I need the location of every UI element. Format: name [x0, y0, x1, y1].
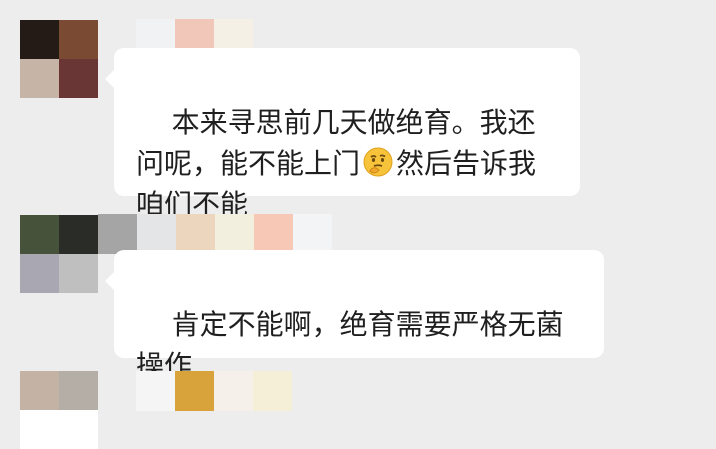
avatar-pixel — [59, 59, 98, 98]
mosaic-pixel — [137, 214, 176, 254]
avatar-pixel — [59, 254, 98, 293]
avatar[interactable] — [20, 371, 98, 449]
mosaic-pixel — [254, 214, 293, 254]
mosaic-pixel — [175, 371, 214, 411]
avatar-pixel — [20, 215, 59, 254]
chat-view: 本来寻思前几天做绝育。我还问呢，能不能上门 然后告诉我咱们不能 肯定不能啊，绝育… — [0, 0, 716, 449]
mosaic-pixel — [176, 214, 215, 254]
sender-name-mosaic — [136, 371, 292, 411]
message-bubble[interactable]: 本来寻思前几天做绝育。我还问呢，能不能上门 然后告诉我咱们不能 — [105, 48, 580, 221]
mosaic-pixel — [136, 371, 175, 411]
mosaic-pixel — [98, 214, 137, 254]
thinking-face-icon — [362, 146, 394, 178]
avatar[interactable] — [20, 20, 98, 98]
mosaic-pixel — [214, 371, 253, 411]
mosaic-pixel — [293, 214, 332, 254]
mosaic-pixel — [253, 371, 292, 411]
sender-name-mosaic — [98, 214, 332, 254]
avatar-pixel — [20, 20, 59, 59]
avatar-pixel — [59, 410, 98, 449]
mosaic-pixel — [215, 214, 254, 254]
avatar-pixel — [20, 410, 59, 449]
avatar-pixel — [20, 371, 59, 410]
avatar[interactable] — [20, 215, 98, 293]
avatar-pixel — [59, 20, 98, 59]
avatar-pixel — [20, 59, 59, 98]
message-bubble[interactable]: 肯定不能啊，绝育需要严格无菌操作 — [105, 250, 604, 382]
avatar-pixel — [20, 254, 59, 293]
avatar-pixel — [59, 371, 98, 410]
avatar-pixel — [59, 215, 98, 254]
